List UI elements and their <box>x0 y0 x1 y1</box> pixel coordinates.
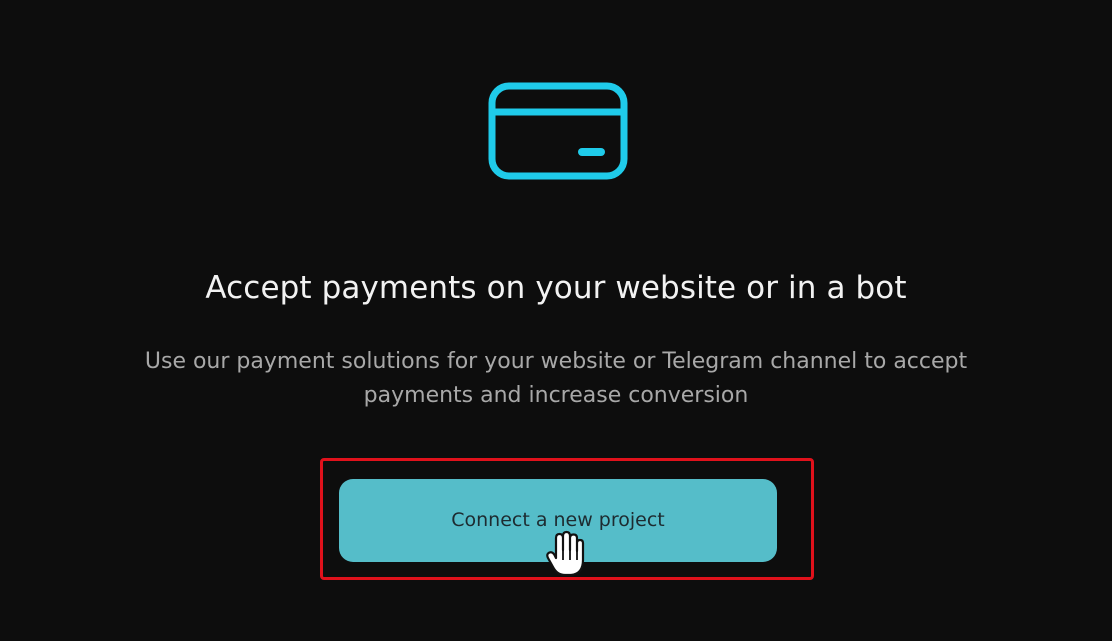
connect-new-project-button[interactable]: Connect a new project <box>339 479 777 562</box>
page-subtitle: Use our payment solutions for your websi… <box>144 349 968 408</box>
page-title: Accept payments on your website or in a … <box>205 270 907 306</box>
payments-page: Accept payments on your website or in a … <box>0 0 1112 641</box>
credit-card-icon <box>488 82 628 180</box>
